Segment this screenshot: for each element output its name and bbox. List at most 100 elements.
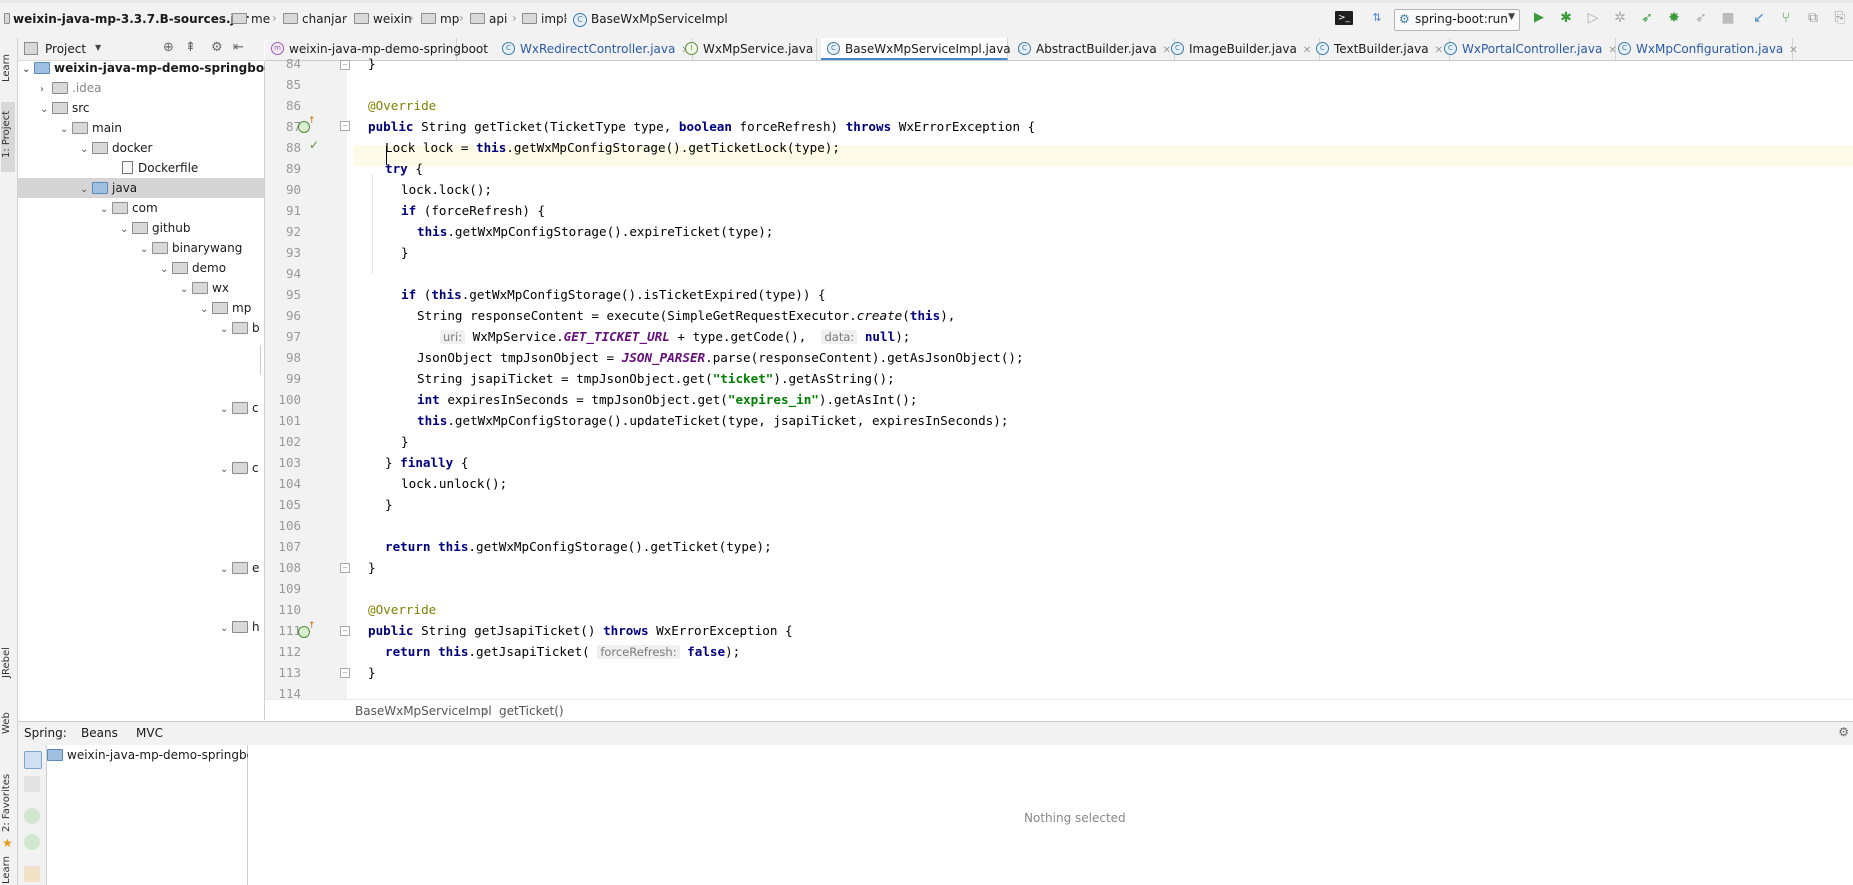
spring-bean-icon[interactable] <box>24 808 40 824</box>
tree-node-c2[interactable]: ⌄ c <box>220 458 259 478</box>
tab-wxredirectcontroller[interactable]: CWxRedirectController.java✕ <box>496 38 693 60</box>
hide-panel-icon[interactable]: ⇤ <box>233 40 244 55</box>
tab-mvc[interactable]: MVC <box>136 726 163 740</box>
breadcrumb-class[interactable]: BaseWxMpServiceImpl <box>355 704 492 718</box>
fold-icon[interactable]: − <box>340 626 350 636</box>
nav-segment-impl[interactable]: impl <box>522 11 567 27</box>
nav-separator: › <box>563 11 568 25</box>
line-number: 95 <box>285 287 301 302</box>
parameter-hint: data: <box>821 330 858 344</box>
package-icon <box>212 301 228 314</box>
tree-node-e[interactable]: ⌄ e <box>220 558 259 578</box>
debug-icon[interactable]: ✱ <box>1557 9 1575 27</box>
nav-segment-me[interactable]: me <box>232 11 270 27</box>
jrebel-tool-tab[interactable]: JRebel <box>1 647 12 678</box>
terminal-icon[interactable]: >_ <box>1335 11 1353 25</box>
tree-node-main[interactable]: ⌄ main <box>60 118 122 138</box>
tree-node-c1[interactable]: ⌄ c <box>220 398 259 418</box>
tree-node-src[interactable]: ⌄ src <box>40 98 90 118</box>
folder-icon <box>52 81 68 94</box>
spring-context-icon[interactable] <box>24 834 40 850</box>
tab-basewxmpserviceimpl[interactable]: CBaseWxMpServiceImpl.java✕ <box>821 38 1025 60</box>
package-icon <box>232 13 247 24</box>
tree-node-github[interactable]: ⌄ github <box>120 218 190 238</box>
class-icon: C <box>573 12 587 27</box>
chevron-down-icon: ⌄ <box>100 204 109 215</box>
jrebel-update-icon[interactable]: ➶ <box>1692 9 1710 27</box>
vcs-update-icon[interactable]: ↙ <box>1750 9 1768 27</box>
collapse-all-icon[interactable]: ⇞ <box>185 40 196 55</box>
nav-jar[interactable]: weixin-java-mp-3.3.7.B-sources.jar <box>4 11 249 27</box>
coverage-icon[interactable]: ▷ <box>1584 9 1602 27</box>
tree-node-wx[interactable]: ⌄ wx <box>180 278 229 298</box>
tab-wxmpconfiguration[interactable]: C WxMpConfiguration.java ✕ <box>1612 38 1798 60</box>
learn-tool-tab[interactable]: Learn <box>1 54 12 82</box>
tab-wxmpservice[interactable]: IWxMpService.java✕ <box>679 38 828 60</box>
jrebel-run-icon[interactable]: ➶ <box>1638 9 1656 27</box>
package-icon <box>232 620 248 633</box>
class-icon: C <box>1316 42 1329 55</box>
spring-config-icon[interactable] <box>24 866 40 882</box>
tree-node-java[interactable]: ⌄ java <box>80 178 137 198</box>
code-line: } <box>368 665 376 680</box>
tree-node-demo[interactable]: ⌄ demo <box>160 258 226 278</box>
tree-node-b[interactable]: ⌄ b <box>220 318 260 338</box>
vcs-commit-icon[interactable]: ⑂ <box>1777 9 1795 27</box>
menu-bar-remnant <box>0 0 1853 3</box>
close-icon[interactable]: ✕ <box>1789 45 1797 56</box>
nav-separator: › <box>219 11 224 25</box>
tab-wxportalcontroller[interactable]: C WxPortalController.java ✕ <box>1438 38 1617 60</box>
chevron-down-icon: ⌄ <box>180 284 189 295</box>
code-line: String jsapiTicket = tmpJsonObject.get("… <box>417 371 895 386</box>
run-icon[interactable]: ▶ <box>1530 9 1548 27</box>
jrebel-debug-icon[interactable]: ✸ <box>1665 9 1683 27</box>
favorites-tool-tab[interactable]: 2: Favorites <box>1 774 12 832</box>
stop-icon[interactable]: ■ <box>1719 9 1737 27</box>
gear-icon[interactable]: ⚙ <box>1838 725 1849 739</box>
nav-segment-chanjar[interactable]: chanjar <box>283 11 347 27</box>
spring-view-icon[interactable] <box>24 751 42 769</box>
chevron-down-icon[interactable]: ▼ <box>95 43 101 52</box>
tree-node-binarywang[interactable]: ⌄ binarywang <box>140 238 242 258</box>
profile-icon[interactable]: ✲ <box>1611 9 1629 27</box>
tree-node-docker[interactable]: ⌄ docker <box>80 138 152 158</box>
fold-icon[interactable]: − <box>340 121 350 131</box>
nav-segment-weixin[interactable]: weixin <box>354 11 412 27</box>
package-icon <box>132 221 148 234</box>
run-configuration-select[interactable]: ⚙ spring-boot:run ▼ <box>1394 9 1520 31</box>
arrow-up-icon: ↑ <box>308 621 316 631</box>
project-tool-tab[interactable]: 1: Project <box>1 111 12 158</box>
tab-textbuilder[interactable]: C TextBuilder.java ✕ <box>1310 38 1450 60</box>
breadcrumb-method[interactable]: getTicket() <box>499 704 564 718</box>
package-icon <box>232 401 248 414</box>
vcs-history-icon[interactable]: ⎘ <box>1831 9 1849 27</box>
nav-file[interactable]: C BaseWxMpServiceImpl <box>573 11 728 27</box>
line-number: 104 <box>278 476 301 491</box>
code-line: int expiresInSeconds = tmpJsonObject.get… <box>417 392 918 407</box>
tree-node-mp[interactable]: ⌄ mp <box>200 298 251 318</box>
vcs-compare-icon[interactable]: ⧉ <box>1804 9 1822 27</box>
tree-node-idea[interactable]: › .idea <box>40 78 102 98</box>
spring-tree-item[interactable]: weixin-java-mp-demo-springbo ▸ <box>47 748 261 762</box>
tab-imagebuilder[interactable]: C ImageBuilder.java ✕ <box>1165 38 1320 60</box>
tree-node-com[interactable]: ⌄ com <box>100 198 158 218</box>
nav-segment-mp[interactable]: mp <box>421 11 459 27</box>
tree-node-module[interactable]: ⌄weixin-java-mp-demo-springboot C: <box>22 58 295 78</box>
fold-icon[interactable]: − <box>340 668 350 678</box>
fold-icon[interactable]: − <box>340 60 350 70</box>
gear-icon[interactable]: ⚙ <box>211 40 223 55</box>
sort-build-icon[interactable]: ⇅ <box>1368 9 1386 27</box>
package-icon <box>112 201 128 214</box>
nav-segment-api[interactable]: api <box>470 11 507 27</box>
web-tool-tab[interactable]: Web <box>1 712 12 734</box>
project-view-selector[interactable]: Project <box>45 42 86 56</box>
tab-abstractbuilder[interactable]: C AbstractBuilder.java ✕ <box>1012 38 1175 60</box>
tree-node-h[interactable]: ⌄ h <box>220 617 260 637</box>
fold-icon[interactable]: − <box>340 563 350 573</box>
tree-node-dockerfile[interactable]: Dockerfile <box>122 158 198 178</box>
tab-beans[interactable]: Beans <box>81 726 118 740</box>
learn-tool-tab-bottom[interactable]: Learn <box>1 856 12 884</box>
locate-icon[interactable]: ⊕ <box>163 40 174 55</box>
line-number: 88 <box>285 140 301 155</box>
line-number: 87 <box>285 119 301 134</box>
